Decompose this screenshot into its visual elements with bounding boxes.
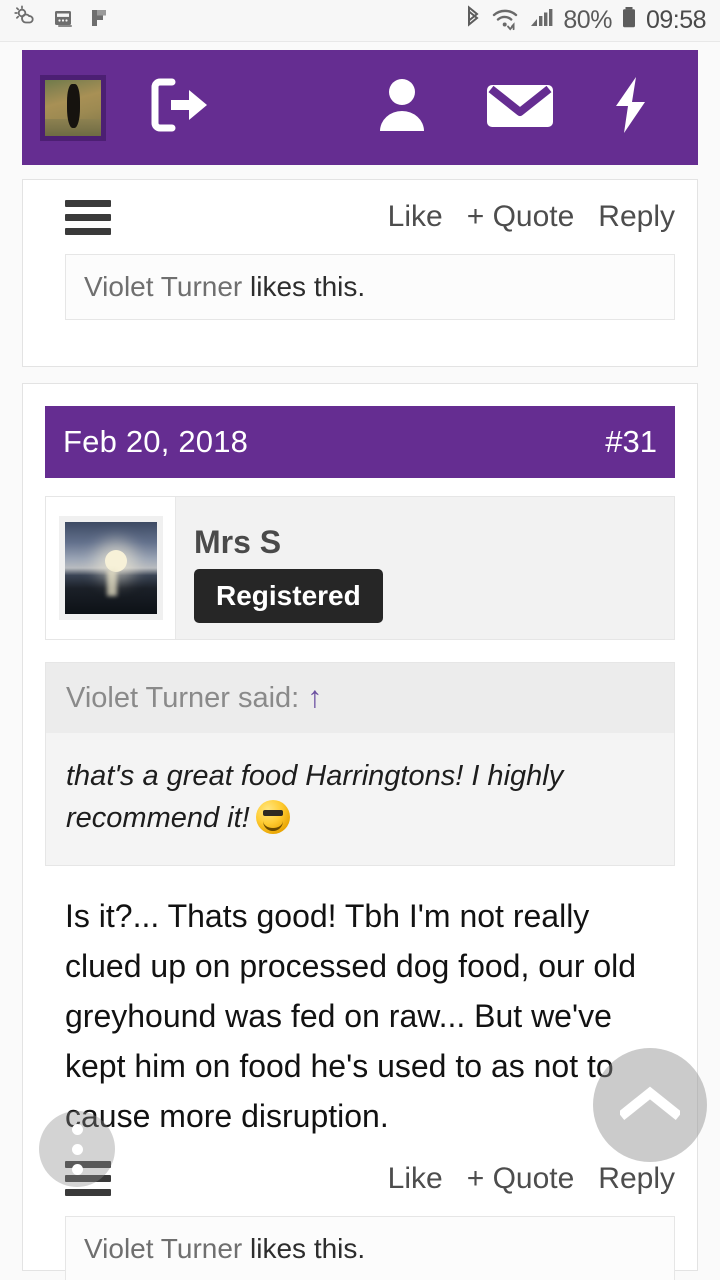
quote-text-wrap: that's a great food Harringtons! I highl…: [46, 733, 674, 866]
post-number[interactable]: #31: [605, 424, 657, 460]
post-header: Feb 20, 2018 #31: [45, 406, 675, 478]
post-username[interactable]: Mrs S: [194, 524, 383, 561]
overflow-menu-button[interactable]: [39, 1111, 115, 1187]
post-avatar-wrap: [46, 497, 176, 639]
wifi-icon: [491, 4, 521, 37]
quote-block: Violet Turner said: ↑ that's a great food…: [45, 662, 675, 867]
quote-author[interactable]: Violet Turner said:: [66, 682, 299, 714]
post-actions-main: Like + Quote Reply: [388, 1162, 675, 1196]
post-card-main: Feb 20, 2018 #31 Mrs S Registered Violet…: [22, 383, 698, 1280]
bolt-icon[interactable]: [612, 75, 650, 140]
liker-name[interactable]: Violet Turner: [84, 271, 242, 302]
like-button[interactable]: Like: [388, 200, 443, 234]
status-bar-right-icons: 80% 09:58: [463, 4, 707, 37]
scroll-to-top-button[interactable]: [593, 1048, 707, 1162]
likes-strip: Violet Turner likes this.: [65, 254, 675, 320]
user-role-badge: Registered: [194, 568, 383, 623]
likes-suffix: likes this.: [242, 271, 366, 302]
status-bar: 80% 09:58: [0, 0, 720, 42]
avatar-glint-detail: [106, 569, 117, 596]
mail-icon[interactable]: [486, 79, 554, 136]
chevron-up-icon: [620, 1086, 680, 1121]
reply-button[interactable]: Reply: [598, 200, 675, 234]
page-content: Like + Quote Reply Violet Turner likes t…: [0, 42, 720, 1280]
post-date: Feb 20, 2018: [63, 424, 249, 459]
dot-1: [71, 1123, 83, 1135]
calendar-icon: [51, 5, 77, 36]
signal-icon: [529, 5, 555, 36]
dot-3: [71, 1163, 83, 1175]
smiley-emoji-icon: [255, 800, 290, 835]
hamburger-icon[interactable]: [65, 199, 111, 235]
avatar-sun-detail: [104, 549, 127, 572]
quote-attribution: Violet Turner said: ↑: [46, 663, 674, 733]
battery-percent-label: 80%: [563, 6, 612, 34]
post-action-bar-main: Like + Quote Reply: [23, 1142, 697, 1216]
status-bar-clock: 09:58: [645, 6, 707, 34]
quote-button[interactable]: + Quote: [467, 1162, 575, 1196]
battery-icon: [620, 4, 638, 37]
like-button[interactable]: Like: [388, 1162, 443, 1196]
navbar-user-avatar[interactable]: [40, 74, 106, 141]
post-body-text: Is it?... Thats good! Tbh I'm not really…: [65, 898, 637, 1134]
reply-button[interactable]: Reply: [598, 1162, 675, 1196]
dot-2: [71, 1143, 83, 1155]
post-user-strip: Mrs S Registered: [45, 496, 675, 640]
post-actions: Like + Quote Reply: [388, 200, 675, 234]
likes-suffix: likes this.: [242, 1232, 366, 1264]
likes-strip-main: Violet Turner likes this.: [65, 1215, 675, 1280]
logout-icon[interactable]: [150, 76, 212, 139]
post-user-meta: Mrs S Registered: [176, 497, 383, 639]
flag-icon: [88, 5, 112, 36]
quote-text: that's a great food Harringtons! I highl…: [66, 760, 564, 835]
quote-jump-arrow-icon[interactable]: ↑: [307, 681, 322, 714]
quote-button[interactable]: + Quote: [467, 200, 575, 234]
liker-name[interactable]: Violet Turner: [84, 1233, 242, 1264]
post-action-bar: Like + Quote Reply: [23, 180, 697, 254]
person-icon[interactable]: [376, 77, 428, 138]
app-navbar: [22, 50, 698, 165]
post-card-previous: Like + Quote Reply Violet Turner likes t…: [22, 179, 698, 367]
bluetooth-icon: [463, 4, 483, 37]
post-user-avatar[interactable]: [58, 516, 163, 620]
status-bar-left-icons: [14, 5, 112, 36]
weather-icon: [14, 5, 40, 36]
